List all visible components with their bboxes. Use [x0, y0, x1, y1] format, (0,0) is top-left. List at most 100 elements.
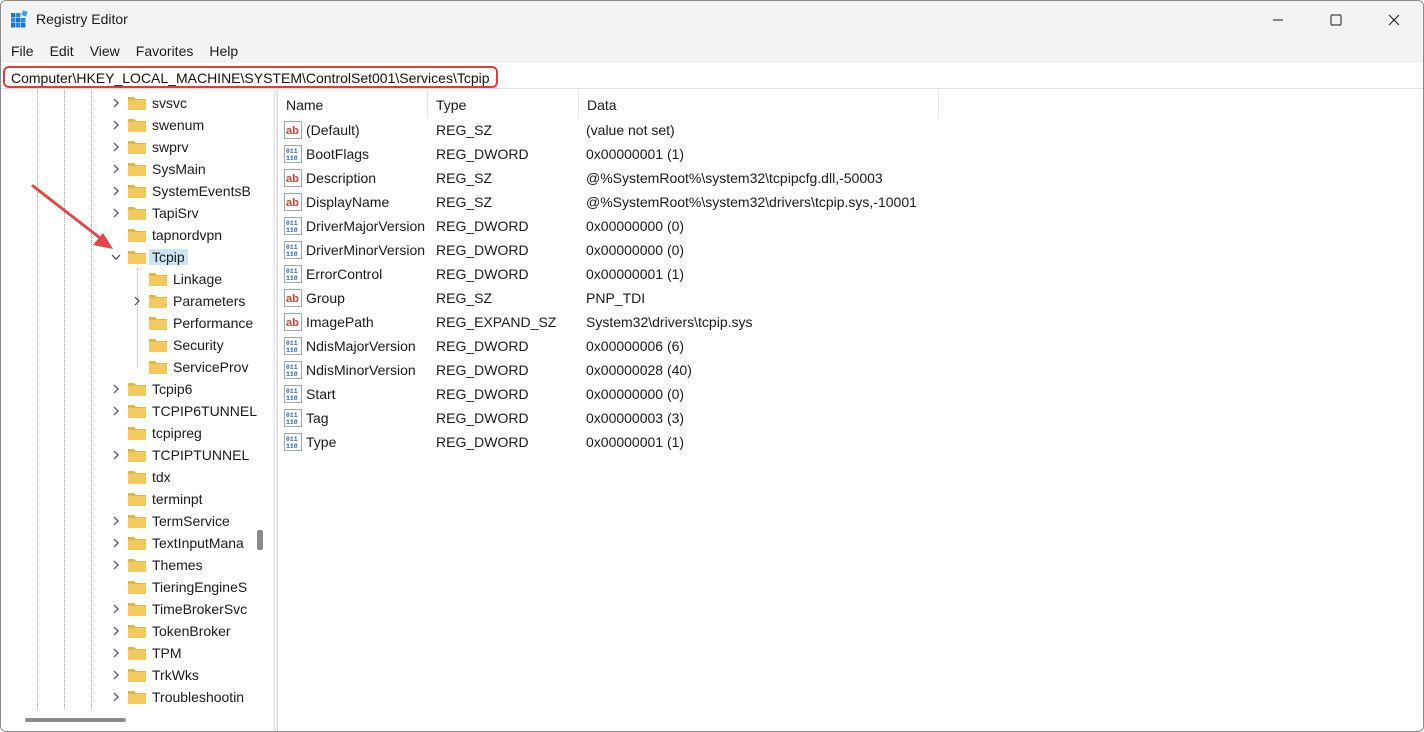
tree-item-tokenbroker[interactable]: TokenBroker [1, 620, 251, 642]
folder-icon [128, 207, 146, 220]
column-header-name[interactable]: Name [278, 90, 428, 118]
tree-item-tdx[interactable]: tdx [1, 466, 251, 488]
tree-item-tapisrv[interactable]: TapiSrv [1, 202, 251, 224]
tree-item-troubleshootin[interactable]: Troubleshootin [1, 686, 251, 708]
chevron-right-icon[interactable] [110, 691, 122, 703]
tree-item-security[interactable]: Security [1, 334, 251, 356]
tree-item-swenum[interactable]: swenum [1, 114, 251, 136]
folder-icon [128, 427, 146, 440]
tree-item-swprv[interactable]: swprv [1, 136, 251, 158]
value-name: (Default) [306, 122, 360, 138]
tree-item-label: TCPIP6TUNNEL [152, 403, 258, 419]
minimize-button[interactable] [1249, 1, 1307, 39]
chevron-right-icon[interactable] [110, 647, 122, 659]
chevron-right-icon[interactable] [110, 559, 122, 571]
tree-item-tcpip[interactable]: Tcpip [1, 246, 251, 268]
chevron-right-icon[interactable] [110, 163, 122, 175]
value-row[interactable]: ab ImagePath REG_EXPAND_SZ System32\drivers… [278, 310, 1178, 334]
tree-item-themes[interactable]: Themes [1, 554, 251, 576]
menu-help[interactable]: Help [201, 39, 246, 63]
address-bar[interactable]: Computer\HKEY_LOCAL_MACHINE\SYSTEM\Contr… [1, 65, 1423, 89]
tree-horizontal-scrollbar[interactable] [1, 709, 273, 731]
address-path[interactable]: Computer\HKEY_LOCAL_MACHINE\SYSTEM\Contr… [3, 66, 498, 88]
value-row[interactable]: ab Description REG_SZ @%SystemRoot%\system3… [278, 166, 1178, 190]
tree-item-serviceprov[interactable]: ServiceProv [1, 356, 251, 378]
value-type: REG_SZ [436, 122, 493, 138]
value-name: Description [306, 170, 377, 186]
tree-item-trkwks[interactable]: TrkWks [1, 664, 251, 686]
value-row[interactable]: ab Group REG_SZ PNP_TDI [278, 286, 1178, 310]
value-row[interactable]: 011 110 BootFlags REG_DWORD 0x00000001 (1) [278, 142, 1178, 166]
value-data: @%SystemRoot%\system32\drivers\tcpip.sys… [586, 194, 917, 210]
value-row[interactable]: 011 110 ErrorControl REG_DWORD 0x00000001 (1… [278, 262, 1178, 286]
chevron-right-icon[interactable] [110, 603, 122, 615]
column-header-type[interactable]: Type [428, 90, 579, 118]
value-row[interactable]: ab DisplayName REG_SZ @%SystemRoot%\system3… [278, 190, 1178, 214]
tree-item-label: Security [173, 337, 224, 353]
chevron-right-icon[interactable] [110, 383, 122, 395]
folder-icon [128, 449, 146, 462]
chevron-right-icon[interactable] [110, 625, 122, 637]
value-name: Start [306, 386, 336, 402]
tree-item-systemeventsb[interactable]: SystemEventsB [1, 180, 251, 202]
tree-item-tcpiptunnel[interactable]: TCPIPTUNNEL [1, 444, 251, 466]
maximize-button[interactable] [1307, 1, 1365, 39]
tree-item-performance[interactable]: Performance [1, 312, 253, 334]
menu-file[interactable]: File [3, 39, 42, 63]
chevron-right-icon[interactable] [110, 207, 122, 219]
tree-item-timebrokersvc[interactable]: TimeBrokerSvc [1, 598, 251, 620]
tree-item-tieringengines[interactable]: TieringEngineS [1, 576, 251, 598]
chevron-right-icon[interactable] [110, 405, 122, 417]
value-row[interactable]: 011 110 Start REG_DWORD 0x00000000 (0) [278, 382, 1178, 406]
scrollbar-thumb[interactable] [25, 718, 126, 722]
svg-text:011: 011 [286, 244, 298, 251]
binary-value-icon: 011110 [284, 217, 302, 235]
chevron-right-icon[interactable] [110, 449, 122, 461]
tree-item-textinputmana[interactable]: TextInputMana [1, 532, 251, 554]
chevron-right-icon[interactable] [110, 515, 122, 527]
value-row[interactable]: ab (Default) REG_SZ (value not set) [278, 118, 1178, 142]
string-value-icon: ab [284, 193, 302, 211]
tree-item-tpm[interactable]: TPM [1, 642, 251, 664]
tree-item-tcpip6[interactable]: Tcpip6 [1, 378, 251, 400]
chevron-right-icon[interactable] [110, 97, 122, 109]
chevron-right-icon[interactable] [110, 141, 122, 153]
binary-value-icon: 011110 [284, 433, 302, 451]
chevron-right-icon[interactable] [110, 119, 122, 131]
folder-icon [128, 581, 146, 594]
tree-item-tcpipreg[interactable]: tcpipreg [1, 422, 251, 444]
value-row[interactable]: 011 110 Type REG_DWORD 0x00000001 (1) [278, 430, 1178, 454]
column-header-data[interactable]: Data [579, 90, 939, 118]
tree-item-tapnordvpn[interactable]: tapnordvpn [1, 224, 251, 246]
tree-item-terminpt[interactable]: terminpt [1, 488, 251, 510]
svg-text:011: 011 [286, 340, 298, 347]
value-name: Type [306, 434, 337, 450]
tree-item-linkage[interactable]: Linkage [1, 268, 251, 290]
menu-edit[interactable]: Edit [42, 39, 82, 63]
tree-item-parameters[interactable]: Parameters [1, 290, 251, 312]
chevron-right-icon[interactable] [110, 537, 122, 549]
values-list-pane[interactable]: Name Type Data ab (Default) REG_SZ (value n… [277, 90, 1423, 731]
svg-text:ab: ab [286, 173, 299, 185]
value-row[interactable]: 011 110 DriverMajorVersion REG_DWORD 0x00000… [278, 214, 1178, 238]
chevron-right-icon[interactable] [110, 185, 122, 197]
string-value-icon: ab [284, 169, 302, 187]
value-data: 0x00000006 (6) [586, 338, 685, 354]
menu-view[interactable]: View [82, 39, 128, 63]
value-row[interactable]: 011 110 NdisMajorVersion REG_DWORD 0x0000000… [278, 334, 1178, 358]
tree-item-svsvc[interactable]: svsvc [1, 92, 251, 114]
tree-item-termservice[interactable]: TermService [1, 510, 251, 532]
menu-favorites[interactable]: Favorites [128, 39, 202, 63]
value-row[interactable]: 011 110 NdisMinorVersion REG_DWORD 0x0000002… [278, 358, 1178, 382]
key-tree-pane[interactable]: svsvc swenum swprv SysMain SystemEventsB Tapi… [1, 90, 273, 731]
tree-vertical-scrollbar[interactable] [257, 530, 263, 550]
chevron-right-icon[interactable] [110, 669, 122, 681]
value-row[interactable]: 011 110 DriverMinorVersion REG_DWORD 0x00000… [278, 238, 1178, 262]
tree-item-sysmain[interactable]: SysMain [1, 158, 251, 180]
value-row[interactable]: 011 110 Tag REG_DWORD 0x00000003 (3) [278, 406, 1178, 430]
tree-item-tcpip6tunnel[interactable]: TCPIP6TUNNEL [1, 400, 257, 422]
chevron-right-icon[interactable] [131, 295, 143, 307]
tree-item-label: TrkWks [152, 667, 199, 683]
chevron-down-icon[interactable] [110, 251, 122, 263]
close-button[interactable] [1365, 1, 1423, 39]
